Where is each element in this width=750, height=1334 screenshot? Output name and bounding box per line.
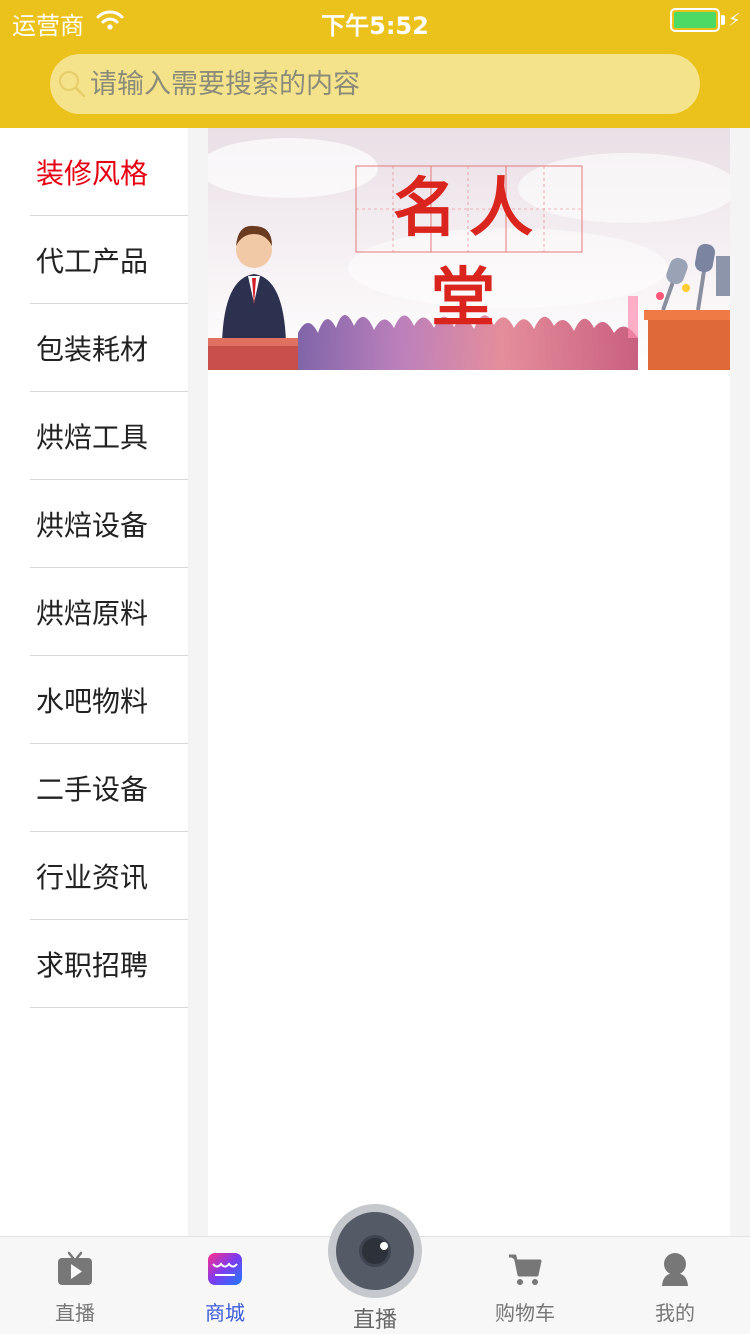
user-icon xyxy=(662,1253,688,1286)
sidebar-item-packaging[interactable]: 包装耗材 xyxy=(30,304,188,392)
tab-shop-label: 商城 xyxy=(205,1301,245,1325)
search-bar[interactable] xyxy=(50,54,700,114)
sidebar-item-industry-news[interactable]: 行业资讯 xyxy=(30,832,188,920)
tab-cart-label: 购物车 xyxy=(495,1301,555,1325)
hall-of-fame-banner[interactable]: 名人堂 xyxy=(208,128,730,370)
sidebar-item-oem-products[interactable]: 代工产品 xyxy=(30,216,188,304)
tab-me[interactable]: 我的 xyxy=(600,1237,750,1334)
category-sidebar: 装修风格 代工产品 包装耗材 烘焙工具 烘焙设备 烘焙原料 水吧物料 二手设备 … xyxy=(0,128,188,1236)
status-bar: 运营商 下午5:52 ⚡ xyxy=(0,0,750,40)
search-icon xyxy=(59,71,86,98)
cart-icon xyxy=(509,1254,542,1285)
sidebar-item-baking-tools[interactable]: 烘焙工具 xyxy=(30,392,188,480)
sidebar-item-decoration-style[interactable]: 装修风格 xyxy=(30,128,188,216)
tab-live-label: 直播 xyxy=(55,1301,95,1325)
battery-cap xyxy=(721,15,725,25)
battery-icon xyxy=(670,8,720,32)
camera-icon xyxy=(336,1212,414,1290)
top-header: 运营商 下午5:52 ⚡ xyxy=(0,0,750,128)
camera-lens xyxy=(359,1235,391,1267)
tab-live-center-label: 直播 xyxy=(352,1308,397,1333)
sidebar-item-baking-ingredients[interactable]: 烘焙原料 xyxy=(30,568,188,656)
sidebar-item-baking-equipment[interactable]: 烘焙设备 xyxy=(30,480,188,568)
tab-shop[interactable]: 商城 xyxy=(150,1237,300,1334)
search-input[interactable] xyxy=(90,54,670,114)
content-area: 名人堂 xyxy=(208,128,730,1236)
banner-title: 名人堂 xyxy=(393,171,545,336)
tab-cart[interactable]: 购物车 xyxy=(450,1237,600,1334)
status-time: 下午5:52 xyxy=(321,12,429,40)
tab-me-label: 我的 xyxy=(655,1301,695,1325)
sidebar-item-bar-supplies[interactable]: 水吧物料 xyxy=(30,656,188,744)
live-camera-button[interactable] xyxy=(328,1204,422,1298)
tv-play-icon xyxy=(58,1251,92,1285)
lens-highlight xyxy=(380,1242,388,1250)
sidebar-item-used-equipment[interactable]: 二手设备 xyxy=(30,744,188,832)
shop-icon xyxy=(208,1253,242,1285)
sidebar-item-jobs[interactable]: 求职招聘 xyxy=(30,920,188,1008)
tab-live[interactable]: 直播 xyxy=(0,1237,150,1334)
charging-icon: ⚡ xyxy=(728,10,741,31)
